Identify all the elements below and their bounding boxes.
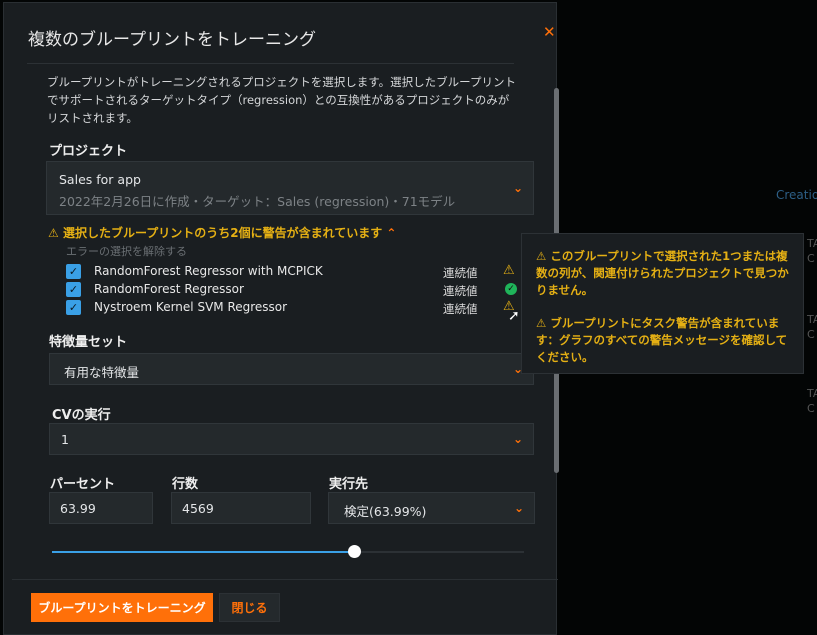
- divider: [12, 579, 558, 580]
- run-on-select[interactable]: 検定(63.99%) ⌄: [328, 492, 535, 524]
- blueprint-row: ✓ Nystroem Kernel SVM Regressor 連続値 ⚠: [66, 299, 526, 316]
- slider-fill: [52, 551, 355, 553]
- chevron-down-icon: ⌄: [512, 181, 523, 195]
- chevron-down-icon: ⌄: [513, 501, 524, 515]
- percent-input[interactable]: 63.99: [49, 492, 153, 524]
- feature-set-select[interactable]: 有用な特徴量 ⌄: [49, 353, 534, 385]
- tooltip-message: このブループリントで選択された1つまたは複数の列が、関連付けられたプロジェクトで…: [536, 249, 789, 297]
- warning-toggle[interactable]: ⚠ 選択したブループリントのうち2個に警告が含まれています ⌃: [48, 224, 396, 241]
- description: ブループリントがトレーニングされるプロジェクトを選択します。選択したブループリン…: [47, 75, 516, 125]
- project-label: プロジェクト: [49, 144, 128, 159]
- blueprint-name: RandomForest Regressor with MCPICK: [94, 264, 323, 278]
- feature-set-value: 有用な特徴量: [64, 365, 140, 380]
- fragment-text: C: [807, 328, 815, 341]
- blueprint-type: 連続値: [443, 266, 478, 280]
- cv-select[interactable]: 1 ⌄: [49, 423, 534, 455]
- fragment-text: C: [807, 402, 815, 415]
- project-select[interactable]: Sales for app 2022年2月26日に作成・ターゲット：Sales …: [46, 161, 534, 215]
- project-meta: 2022年2月26日に作成・ターゲット：Sales (regression)・7…: [59, 194, 456, 209]
- blueprint-type: 連続値: [443, 284, 478, 298]
- slider-handle[interactable]: [348, 545, 362, 558]
- run-on-label: 実行先: [329, 477, 369, 492]
- blueprint-checkbox[interactable]: ✓: [66, 264, 81, 279]
- project-name: Sales for app: [59, 172, 141, 187]
- check-circle-icon: ✓: [505, 283, 517, 295]
- chevron-up-icon: ⌃: [386, 226, 397, 240]
- dialog-content: ブループリントがトレーニングされるプロジェクトを選択します。選択したブループリン…: [4, 64, 558, 579]
- rows-input[interactable]: 4569: [171, 492, 311, 524]
- deselect-errors-link[interactable]: エラーの選択を解除する: [66, 243, 187, 259]
- blueprint-row: ✓ RandomForest Regressor 連続値 ✓: [66, 281, 526, 298]
- background-fragment: TA C: [807, 386, 817, 416]
- blueprint-row: ✓ RandomForest Regressor with MCPICK 連続値…: [66, 263, 526, 280]
- train-blueprints-dialog: 複数のブループリントをトレーニング ✕ ブループリントがトレーニングされるプロジ…: [3, 2, 559, 635]
- fragment-text: TA: [807, 387, 817, 400]
- close-button[interactable]: 閉じる: [219, 593, 280, 622]
- background-creation-label: Creatio: [776, 188, 817, 202]
- tooltip-message: ブループリントにタスク警告が含まれています：グラフのすべての警告メッセージを確認…: [536, 316, 788, 364]
- warning-icon: ⚠: [536, 249, 547, 263]
- warning-icon: ⚠: [48, 226, 59, 240]
- background-fragment: TA C: [807, 312, 817, 342]
- fragment-text: TA: [807, 237, 817, 250]
- feature-set-label: 特徴量セット: [49, 335, 128, 350]
- warning-icon: ⚠: [536, 316, 547, 330]
- warning-tooltip: ⚠ このブループリントで選択された1つまたは複数の列が、関連付けられたプロジェク…: [521, 233, 804, 374]
- blueprint-name: Nystroem Kernel SVM Regressor: [94, 300, 288, 314]
- mouse-pointer-icon: ➚: [508, 308, 520, 324]
- cv-value: 1: [61, 432, 69, 447]
- fragment-text: C: [807, 252, 815, 265]
- run-on-value: 検定(63.99%): [344, 504, 427, 519]
- percent-label: パーセント: [50, 477, 116, 492]
- cv-label: CVの実行: [52, 408, 111, 423]
- blueprint-name: RandomForest Regressor: [94, 282, 244, 296]
- rows-label: 行数: [172, 477, 199, 492]
- train-blueprints-button[interactable]: ブループリントをトレーニング: [31, 593, 213, 622]
- warning-icon[interactable]: ⚠: [503, 263, 515, 278]
- blueprint-type: 連続値: [443, 302, 478, 316]
- dialog-title: 複数のブループリントをトレーニング: [28, 30, 316, 50]
- warning-heading: 選択したブループリントのうち2個に警告が含まれています: [62, 226, 383, 240]
- close-icon[interactable]: ✕: [543, 23, 556, 41]
- blueprint-checkbox[interactable]: ✓: [66, 300, 81, 315]
- sample-size-slider[interactable]: [52, 545, 524, 558]
- background-fragment: TA C: [807, 236, 817, 266]
- chevron-down-icon: ⌄: [512, 432, 523, 446]
- fragment-text: TA: [807, 313, 817, 326]
- blueprint-checkbox[interactable]: ✓: [66, 282, 81, 297]
